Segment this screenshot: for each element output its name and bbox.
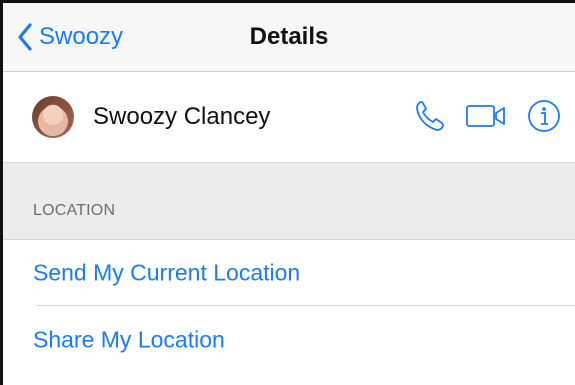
page-title: Details — [249, 23, 329, 50]
cell-separator — [36, 305, 575, 306]
send-current-location-cell[interactable]: Send My Current Location — [3, 240, 575, 306]
contact-row: Swoozy Clancey — [3, 72, 575, 163]
info-button[interactable] — [527, 99, 561, 138]
location-section-header: LOCATION — [3, 163, 575, 240]
avatar[interactable] — [32, 96, 74, 138]
video-call-button[interactable] — [465, 103, 507, 134]
phone-icon — [413, 99, 445, 138]
share-my-location-label: Share My Location — [33, 326, 225, 353]
info-icon — [527, 99, 561, 138]
share-my-location-cell[interactable]: Share My Location — [3, 307, 575, 373]
phone-call-button[interactable] — [413, 99, 445, 138]
video-icon — [465, 103, 507, 134]
contact-name: Swoozy Clancey — [93, 103, 271, 130]
contact-actions — [413, 98, 561, 138]
section-title: LOCATION — [33, 202, 116, 219]
send-current-location-label: Send My Current Location — [33, 259, 301, 286]
navigation-bar: Swoozy Details — [3, 3, 575, 72]
